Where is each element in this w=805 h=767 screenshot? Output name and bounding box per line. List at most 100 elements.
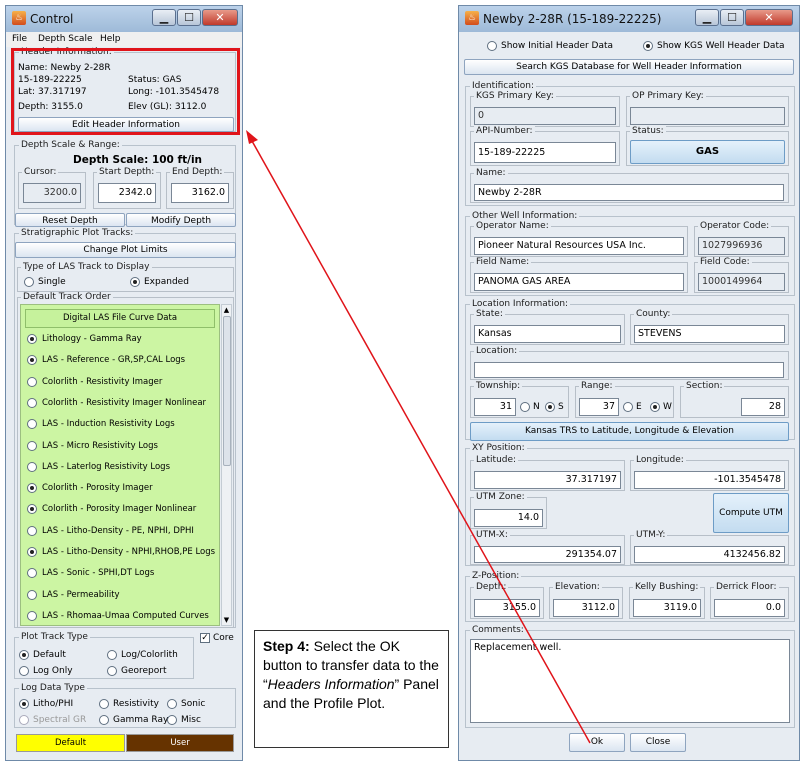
track-item-label: Colorlith - Resistivity Imager Nonlinear — [42, 397, 207, 408]
track-radio[interactable] — [27, 568, 37, 579]
county-label: County: — [634, 309, 673, 319]
logcolorlith-radio[interactable] — [107, 650, 117, 660]
track-radio[interactable] — [27, 461, 37, 472]
ok-button[interactable]: Ok — [569, 733, 625, 752]
gamma-radio[interactable] — [99, 715, 109, 725]
close-icon[interactable]: ✕ — [745, 9, 793, 26]
track-radio[interactable] — [27, 547, 37, 557]
minimize-icon[interactable]: ▁ — [695, 9, 719, 26]
default-radio[interactable] — [19, 650, 29, 660]
scroll-thumb[interactable] — [223, 316, 231, 466]
south-radio[interactable] — [545, 402, 555, 412]
resistivity-radio[interactable] — [99, 699, 109, 709]
misc-radio[interactable] — [167, 715, 177, 725]
trs-convert-button[interactable]: Kansas TRS to Latitude, Longitude & Elev… — [470, 422, 789, 441]
operator-label: Operator Name: — [474, 221, 551, 231]
georeport-radio[interactable] — [107, 666, 117, 676]
utm-zone-label: UTM Zone: — [474, 492, 527, 502]
close-button[interactable]: Close — [630, 733, 686, 752]
user-color-button[interactable]: User — [126, 734, 234, 752]
menu-file[interactable]: File — [12, 34, 27, 44]
end-depth-field[interactable]: 3162.0 — [171, 183, 229, 203]
search-kgs-button[interactable]: Search KGS Database for Well Header Info… — [464, 59, 794, 75]
api-label: API-Number: — [474, 126, 535, 136]
derrick-field[interactable]: 0.0 — [714, 599, 785, 617]
maximize-icon[interactable]: ☐ — [177, 9, 201, 26]
comments-textarea[interactable]: Replacement well. — [470, 639, 790, 723]
name-field[interactable]: Newby 2-28R — [474, 184, 784, 201]
litho-radio[interactable] — [19, 699, 29, 709]
scroll-down-icon[interactable]: ▼ — [222, 615, 231, 625]
track-radio[interactable] — [27, 397, 37, 408]
op-key-box: OP Primary Key: — [626, 91, 789, 127]
reset-depth-button[interactable]: Reset Depth — [15, 213, 125, 227]
opcode-box: Operator Code: 1027996936 — [694, 221, 789, 257]
track-radio[interactable] — [27, 440, 37, 451]
fcode-box: Field Code: 1000149964 — [694, 257, 789, 293]
utm-x-label: UTM-X: — [474, 530, 510, 540]
single-radio[interactable] — [24, 277, 34, 287]
location-field[interactable] — [474, 362, 784, 378]
compute-utm-button[interactable]: Compute UTM — [713, 493, 789, 533]
elevation-field[interactable]: 3112.0 — [553, 599, 619, 617]
scroll-up-icon[interactable]: ▲ — [222, 305, 231, 315]
spectral-radio[interactable] — [19, 715, 29, 725]
core-checkbox[interactable]: ✓ — [200, 633, 210, 643]
track-radio[interactable] — [27, 610, 37, 621]
latitude-field[interactable]: 37.317197 — [474, 471, 621, 489]
fcode-label: Field Code: — [698, 257, 752, 267]
track-radio[interactable] — [27, 334, 37, 344]
track-radio[interactable] — [27, 419, 37, 430]
longitude-box: Longitude: -101.3545478 — [630, 455, 789, 491]
track-item-label: LAS - Laterlog Resistivity Logs — [42, 461, 171, 472]
start-depth-field[interactable]: 2342.0 — [98, 183, 156, 203]
township-field[interactable]: 31 — [474, 398, 516, 416]
digital-las-header: Digital LAS File Curve Data — [25, 309, 215, 328]
track-radio[interactable] — [27, 483, 37, 494]
track-scrollbar[interactable]: ▲ ▼ — [221, 304, 232, 626]
county-field[interactable]: STEVENS — [634, 325, 785, 343]
track-radio[interactable] — [27, 504, 37, 515]
logonly-radio[interactable] — [19, 666, 29, 676]
fcode-field: 1000149964 — [698, 273, 785, 291]
op-key-field — [630, 107, 785, 125]
sonic-radio[interactable] — [167, 699, 177, 709]
show-kgs-radio[interactable] — [643, 41, 653, 51]
java-icon: ♨ — [12, 11, 26, 25]
control-title-bar[interactable]: ♨ Control ▁ ☐ ✕ — [6, 6, 242, 32]
maximize-icon[interactable]: ☐ — [720, 9, 744, 26]
operator-field[interactable]: Pioneer Natural Resources USA Inc. — [474, 237, 684, 255]
section-field[interactable]: 28 — [741, 398, 785, 416]
z-depth-field[interactable]: 3155.0 — [474, 599, 540, 617]
default-color-button[interactable]: Default — [16, 734, 125, 752]
track-item-label: Colorlith - Resistivity Imager — [42, 376, 163, 387]
track-radio[interactable] — [27, 589, 37, 600]
status-button[interactable]: GAS — [630, 140, 785, 164]
west-radio[interactable] — [650, 402, 660, 412]
menu-help[interactable]: Help — [100, 34, 121, 44]
track-radio[interactable] — [27, 376, 37, 387]
api-box: API-Number: 15-189-22225 — [470, 126, 620, 166]
close-icon[interactable]: ✕ — [202, 9, 238, 26]
range-field[interactable]: 37 — [579, 398, 619, 416]
utm-x-field[interactable]: 291354.07 — [474, 546, 621, 563]
well-title-bar[interactable]: ♨ Newby 2-28R (15-189-22225) ▁ ☐ ✕ — [459, 6, 799, 32]
north-radio[interactable] — [520, 402, 530, 412]
track-radio[interactable] — [27, 525, 37, 536]
modify-depth-button[interactable]: Modify Depth — [126, 213, 236, 227]
single-label: Single — [38, 277, 66, 287]
utm-y-field[interactable]: 4132456.82 — [634, 546, 785, 563]
east-radio[interactable] — [623, 402, 633, 412]
change-plot-limits-button[interactable]: Change Plot Limits — [15, 242, 236, 258]
expanded-radio[interactable] — [130, 277, 140, 287]
show-initial-radio[interactable] — [487, 41, 497, 51]
api-field[interactable]: 15-189-22225 — [474, 142, 616, 163]
field-name-field[interactable]: PANOMA GAS AREA — [474, 273, 684, 291]
kelly-field[interactable]: 3119.0 — [633, 599, 701, 617]
utm-zone-field[interactable]: 14.0 — [474, 509, 543, 527]
track-radio[interactable] — [27, 355, 37, 366]
minimize-icon[interactable]: ▁ — [152, 9, 176, 26]
state-field[interactable]: Kansas — [474, 325, 621, 343]
menu-depth-scale[interactable]: Depth Scale — [38, 34, 93, 44]
longitude-field[interactable]: -101.3545478 — [634, 471, 785, 489]
